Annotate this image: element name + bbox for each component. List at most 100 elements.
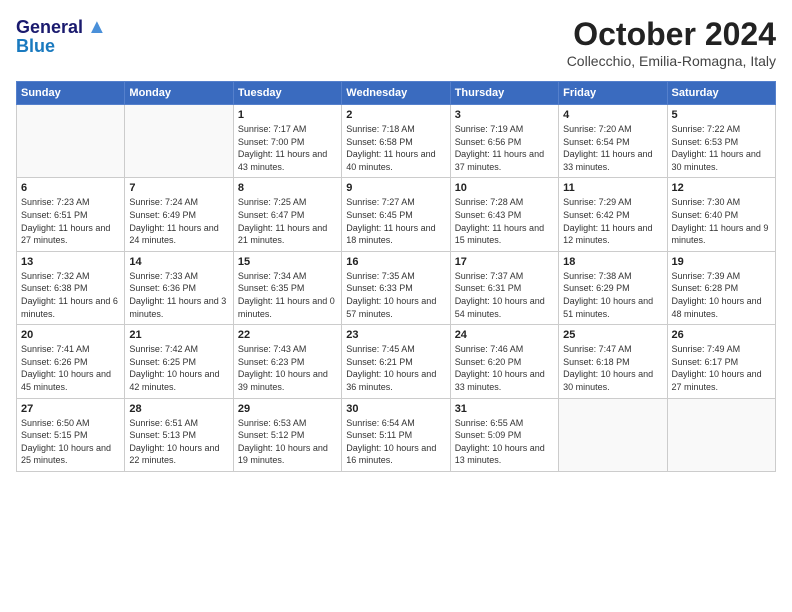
calendar-cell: 21 Sunrise: 7:42 AM Sunset: 6:25 PM Dayli… [125,325,233,398]
calendar-cell: 10Sunrise: 7:28 AM Sunset: 6:43 PM Dayli… [450,178,558,251]
day-info: Sunrise: 7:42 AM Sunset: 6:25 PM Dayligh… [129,343,228,393]
day-number: 3 [455,109,554,121]
day-number: 10 [455,182,554,194]
calendar-week-row: 27 Sunrise: 6:50 AM Sunset: 5:15 PM Dayli… [17,398,776,471]
day-number: 22 [238,329,337,341]
day-number: 16 [346,256,445,268]
calendar-cell: 18Sunrise: 7:38 AM Sunset: 6:29 PM Dayli… [559,251,667,324]
calendar-cell [559,398,667,471]
calendar-cell: 30 Sunrise: 6:54 AM Sunset: 5:11 PM Dayli… [342,398,450,471]
day-info: Sunrise: 7:30 AM Sunset: 6:40 PM Dayligh… [672,196,771,246]
day-info: Sunrise: 7:22 AM Sunset: 6:53 PM Dayligh… [672,123,771,173]
calendar-cell [125,105,233,178]
day-info: Sunrise: 7:49 AM Sunset: 6:17 PM Dayligh… [672,343,771,393]
day-info: Sunrise: 6:53 AM Sunset: 5:12 PM Dayligh… [238,417,337,467]
calendar-cell: 27 Sunrise: 6:50 AM Sunset: 5:15 PM Dayli… [17,398,125,471]
title-section: October 2024 Collecchio, Emilia-Romagna,… [567,16,776,69]
day-info: Sunrise: 7:43 AM Sunset: 6:23 PM Dayligh… [238,343,337,393]
calendar-cell: 26 Sunrise: 7:49 AM Sunset: 6:17 PM Dayli… [667,325,775,398]
calendar-cell: 13 Sunrise: 7:32 AM Sunset: 6:38 PM Dayli… [17,251,125,324]
calendar-cell: 20 Sunrise: 7:41 AM Sunset: 6:26 PM Dayli… [17,325,125,398]
day-number: 19 [672,256,771,268]
day-number: 13 [21,256,120,268]
calendar-cell: 23Sunrise: 7:45 AM Sunset: 6:21 PM Dayli… [342,325,450,398]
calendar-cell: 3 Sunrise: 7:19 AM Sunset: 6:56 PM Daylig… [450,105,558,178]
logo-blue: Blue [16,37,55,57]
day-number: 31 [455,403,554,415]
page-header: General ▲ Blue October 2024 Collecchio, … [16,16,776,69]
day-info: Sunrise: 6:54 AM Sunset: 5:11 PM Dayligh… [346,417,445,467]
calendar-cell [667,398,775,471]
day-info: Sunrise: 6:55 AM Sunset: 5:09 PM Dayligh… [455,417,554,467]
day-info: Sunrise: 7:32 AM Sunset: 6:38 PM Dayligh… [21,270,120,320]
weekday-header-wednesday: Wednesday [342,82,450,105]
calendar-week-row: 6Sunrise: 7:23 AM Sunset: 6:51 PM Daylig… [17,178,776,251]
calendar-cell: 22 Sunrise: 7:43 AM Sunset: 6:23 PM Dayli… [233,325,341,398]
day-info: Sunrise: 6:51 AM Sunset: 5:13 PM Dayligh… [129,417,228,467]
day-info: Sunrise: 7:20 AM Sunset: 6:54 PM Dayligh… [563,123,662,173]
day-number: 20 [21,329,120,341]
day-number: 29 [238,403,337,415]
day-number: 24 [455,329,554,341]
day-number: 18 [563,256,662,268]
day-number: 4 [563,109,662,121]
calendar-cell: 25Sunrise: 7:47 AM Sunset: 6:18 PM Dayli… [559,325,667,398]
day-number: 28 [129,403,228,415]
calendar-cell: 1Sunrise: 7:17 AM Sunset: 7:00 PM Daylig… [233,105,341,178]
day-number: 17 [455,256,554,268]
logo: General ▲ Blue [16,16,107,57]
day-info: Sunrise: 7:34 AM Sunset: 6:35 PM Dayligh… [238,270,337,320]
day-number: 8 [238,182,337,194]
day-number: 1 [238,109,337,121]
weekday-header-thursday: Thursday [450,82,558,105]
day-number: 14 [129,256,228,268]
day-number: 2 [346,109,445,121]
calendar-cell: 16 Sunrise: 7:35 AM Sunset: 6:33 PM Dayli… [342,251,450,324]
weekday-header-monday: Monday [125,82,233,105]
day-number: 30 [346,403,445,415]
calendar-header-row: SundayMondayTuesdayWednesdayThursdayFrid… [17,82,776,105]
calendar-cell: 17 Sunrise: 7:37 AM Sunset: 6:31 PM Dayli… [450,251,558,324]
calendar-cell: 2 Sunrise: 7:18 AM Sunset: 6:58 PM Daylig… [342,105,450,178]
logo-general: General [16,18,83,38]
day-info: Sunrise: 7:46 AM Sunset: 6:20 PM Dayligh… [455,343,554,393]
calendar-cell: 11Sunrise: 7:29 AM Sunset: 6:42 PM Dayli… [559,178,667,251]
day-number: 11 [563,182,662,194]
calendar-table: SundayMondayTuesdayWednesdayThursdayFrid… [16,81,776,472]
calendar-week-row: 13 Sunrise: 7:32 AM Sunset: 6:38 PM Dayli… [17,251,776,324]
day-info: Sunrise: 6:50 AM Sunset: 5:15 PM Dayligh… [21,417,120,467]
weekday-header-sunday: Sunday [17,82,125,105]
calendar-cell: 9Sunrise: 7:27 AM Sunset: 6:45 PM Daylig… [342,178,450,251]
calendar-cell: 6Sunrise: 7:23 AM Sunset: 6:51 PM Daylig… [17,178,125,251]
day-number: 6 [21,182,120,194]
day-number: 27 [21,403,120,415]
calendar-cell: 29 Sunrise: 6:53 AM Sunset: 5:12 PM Dayli… [233,398,341,471]
calendar-cell: 19 Sunrise: 7:39 AM Sunset: 6:28 PM Dayli… [667,251,775,324]
weekday-header-saturday: Saturday [667,82,775,105]
calendar-week-row: 1Sunrise: 7:17 AM Sunset: 7:00 PM Daylig… [17,105,776,178]
day-number: 9 [346,182,445,194]
day-info: Sunrise: 7:39 AM Sunset: 6:28 PM Dayligh… [672,270,771,320]
day-info: Sunrise: 7:41 AM Sunset: 6:26 PM Dayligh… [21,343,120,393]
calendar-cell: 12 Sunrise: 7:30 AM Sunset: 6:40 PM Dayli… [667,178,775,251]
day-info: Sunrise: 7:37 AM Sunset: 6:31 PM Dayligh… [455,270,554,320]
day-number: 5 [672,109,771,121]
logo-bird-icon: ▲ [87,16,107,39]
day-info: Sunrise: 7:19 AM Sunset: 6:56 PM Dayligh… [455,123,554,173]
day-info: Sunrise: 7:47 AM Sunset: 6:18 PM Dayligh… [563,343,662,393]
calendar-cell: 7Sunrise: 7:24 AM Sunset: 6:49 PM Daylig… [125,178,233,251]
day-info: Sunrise: 7:25 AM Sunset: 6:47 PM Dayligh… [238,196,337,246]
day-number: 26 [672,329,771,341]
day-info: Sunrise: 7:35 AM Sunset: 6:33 PM Dayligh… [346,270,445,320]
day-number: 21 [129,329,228,341]
calendar-cell [17,105,125,178]
day-info: Sunrise: 7:24 AM Sunset: 6:49 PM Dayligh… [129,196,228,246]
calendar-cell: 14 Sunrise: 7:33 AM Sunset: 6:36 PM Dayli… [125,251,233,324]
month-title: October 2024 [567,16,776,53]
calendar-cell: 5 Sunrise: 7:22 AM Sunset: 6:53 PM Daylig… [667,105,775,178]
day-info: Sunrise: 7:18 AM Sunset: 6:58 PM Dayligh… [346,123,445,173]
day-info: Sunrise: 7:33 AM Sunset: 6:36 PM Dayligh… [129,270,228,320]
day-number: 12 [672,182,771,194]
calendar-cell: 28 Sunrise: 6:51 AM Sunset: 5:13 PM Dayli… [125,398,233,471]
weekday-header-tuesday: Tuesday [233,82,341,105]
